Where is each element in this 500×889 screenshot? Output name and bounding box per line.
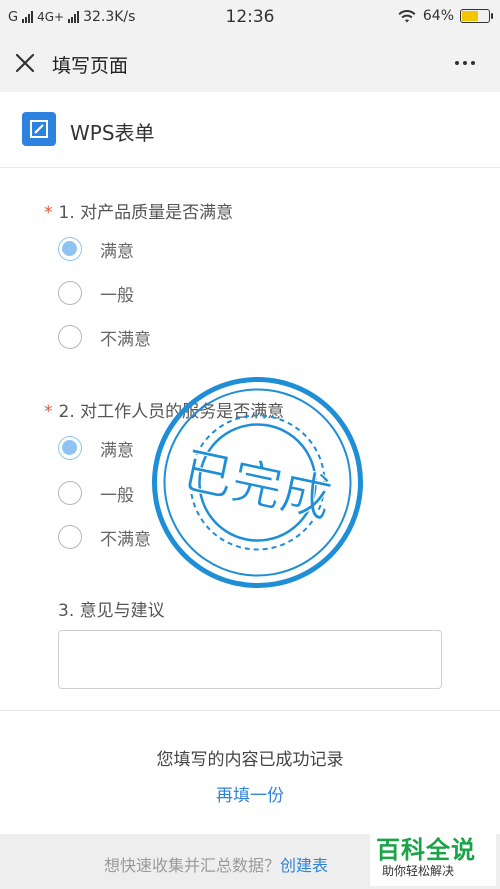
q2-option-3[interactable]: 不满意: [58, 522, 151, 552]
edit-form-icon: [30, 120, 48, 138]
q1-option-2[interactable]: 一般: [58, 278, 134, 308]
q2-option-2[interactable]: 一般: [58, 478, 134, 508]
battery-icon: [460, 9, 493, 23]
radio-icon[interactable]: [58, 281, 82, 305]
q1-option-3[interactable]: 不满意: [58, 322, 151, 352]
question-1-label: 1. 对产品质量是否满意: [58, 203, 234, 223]
refill-link[interactable]: 再填一份: [0, 781, 500, 806]
q2-option-1[interactable]: 满意: [58, 433, 134, 463]
watermark-main-text: 百科全说: [376, 836, 476, 864]
option-label: 不满意: [100, 529, 151, 550]
stamp-text: 已完成: [178, 441, 337, 529]
option-label: 满意: [100, 241, 134, 262]
question-3: 3. 意见与建议: [58, 596, 165, 621]
page-title: 填写页面: [52, 55, 129, 77]
footer-question: 想快速收集并汇总数据？: [104, 856, 281, 875]
divider: [0, 710, 500, 711]
close-button[interactable]: [10, 48, 40, 78]
radio-selected-icon[interactable]: [58, 436, 82, 460]
status-bar: G 4G+ 32.3K/s 12:36 64%: [0, 0, 500, 34]
option-label: 不满意: [100, 329, 151, 350]
more-options-button[interactable]: [450, 49, 480, 77]
required-mark: *: [44, 402, 53, 422]
battery-percent: 64%: [422, 8, 454, 24]
watermark-sub-text: 助你轻松解决: [382, 864, 455, 878]
radio-selected-icon[interactable]: [58, 237, 82, 261]
more-dot-icon: [455, 61, 459, 65]
question-3-label: 3. 意见与建议: [58, 601, 165, 621]
watermark-logo: 百科全说 助你轻松解决: [370, 828, 496, 886]
wifi-icon: [398, 10, 416, 23]
success-message: 您填写的内容已成功记录: [156, 750, 344, 770]
radio-icon[interactable]: [58, 325, 82, 349]
status-right: 64%: [397, 8, 493, 24]
radio-icon[interactable]: [58, 481, 82, 505]
required-mark: *: [44, 203, 53, 223]
more-dot-icon: [463, 61, 467, 65]
question-1: * 1. 对产品质量是否满意: [44, 198, 233, 223]
option-label: 一般: [100, 485, 134, 506]
title-bar: 填写页面: [0, 34, 500, 92]
create-form-link[interactable]: 创建表: [280, 856, 328, 875]
option-label: 一般: [100, 285, 134, 306]
radio-icon[interactable]: [58, 525, 82, 549]
form-app-title: WPS表单: [70, 121, 155, 145]
footer-prompt: 想快速收集并汇总数据？创建表: [104, 852, 328, 876]
form-header: WPS表单: [0, 92, 500, 168]
wps-form-logo: [22, 112, 56, 146]
more-dot-icon: [471, 61, 475, 65]
option-label: 满意: [100, 440, 134, 461]
completed-stamp: 已完成: [152, 377, 363, 588]
q1-option-1[interactable]: 满意: [58, 234, 134, 264]
suggestion-textarea[interactable]: [58, 630, 442, 689]
close-icon: [15, 53, 35, 73]
